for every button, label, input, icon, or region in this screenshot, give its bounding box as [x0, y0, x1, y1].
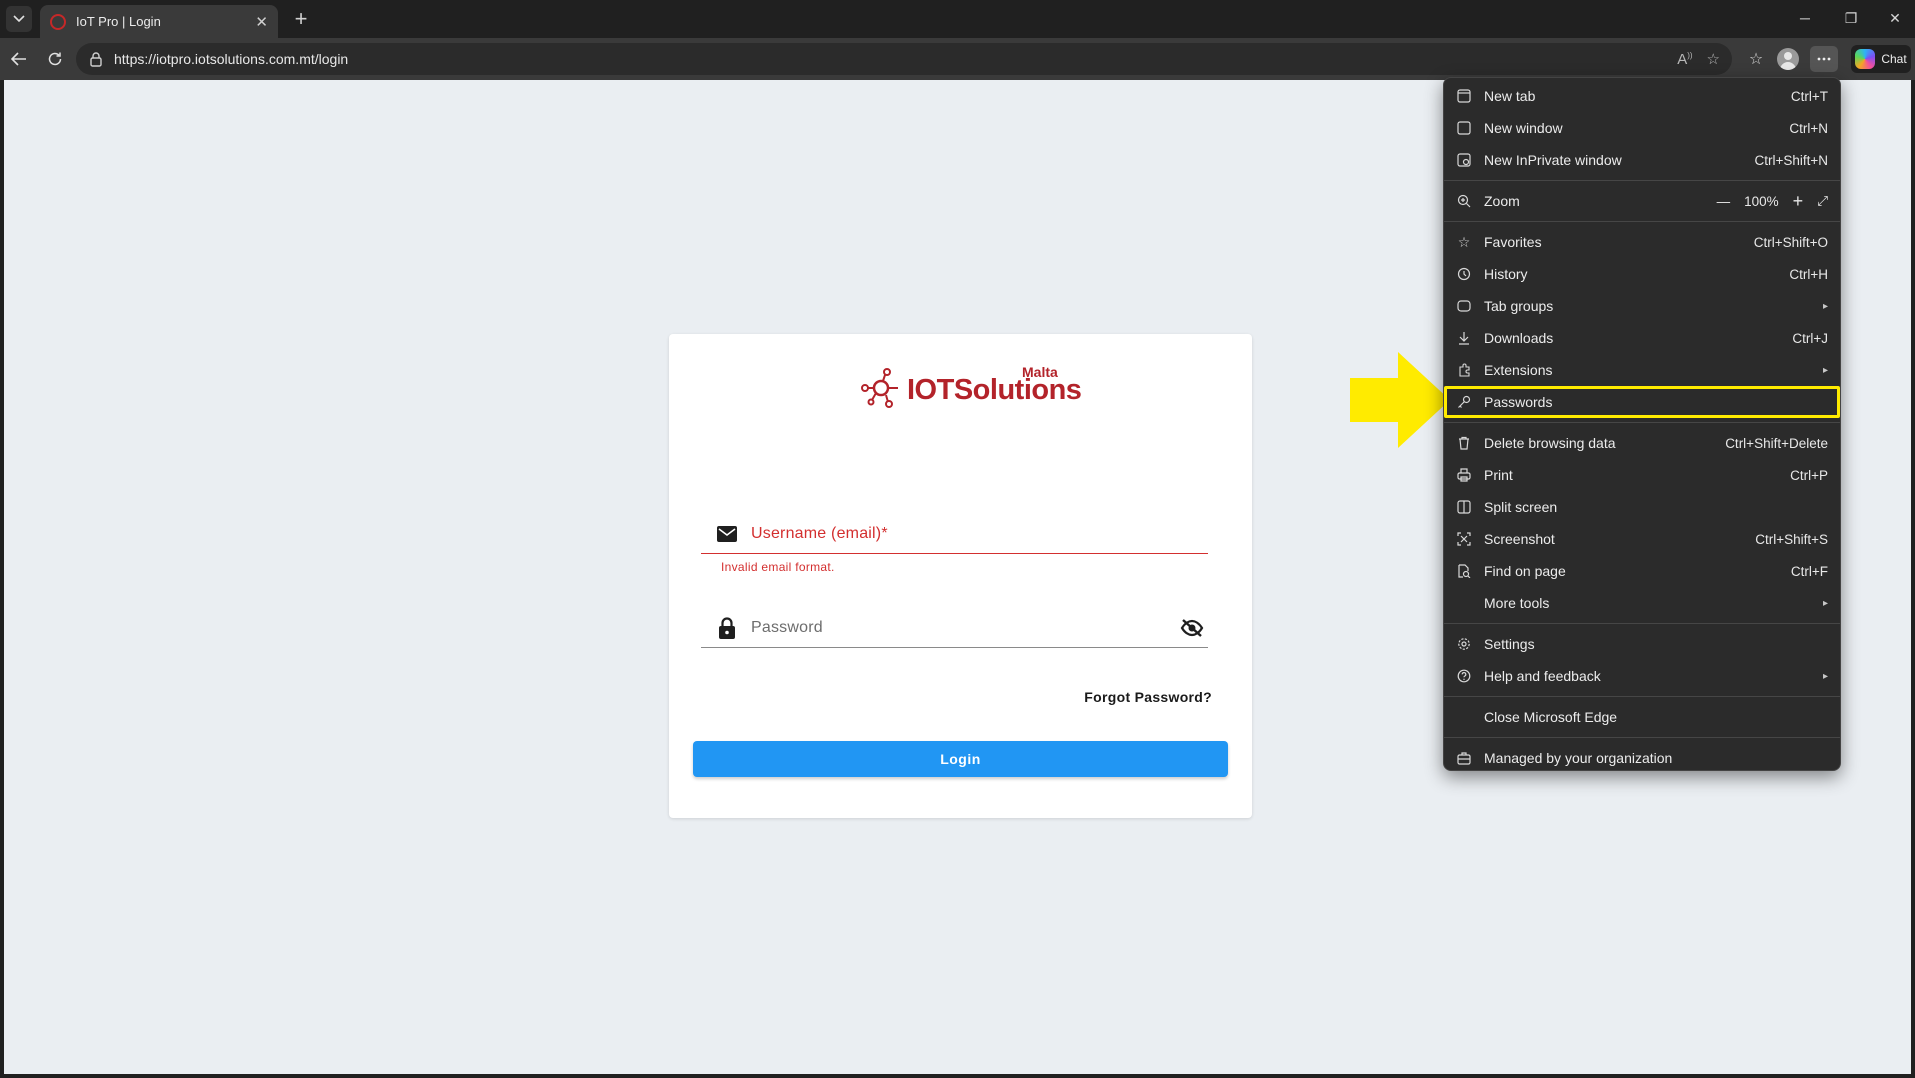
- chat-label: Chat: [1881, 52, 1907, 66]
- menu-item-settings[interactable]: Settings: [1444, 628, 1840, 660]
- fullscreen-button[interactable]: ⤢: [1817, 193, 1828, 209]
- visibility-off-icon[interactable]: [1178, 614, 1206, 642]
- active-tab[interactable]: IoT Pro | Login ✕: [40, 5, 278, 38]
- email-icon: [713, 520, 741, 548]
- gear-icon: [1456, 636, 1472, 652]
- annotation-arrow-icon: [1350, 352, 1450, 448]
- submenu-arrow-icon: ▸: [1822, 300, 1828, 312]
- menu-divider: [1444, 696, 1840, 697]
- chevron-down-icon: [13, 15, 25, 23]
- zoom-in-button[interactable]: +: [1793, 191, 1804, 212]
- menu-divider: [1444, 623, 1840, 624]
- submenu-arrow-icon: ▸: [1822, 670, 1828, 682]
- split-screen-icon: [1456, 499, 1472, 515]
- more-dots-icon: [1817, 57, 1831, 61]
- inprivate-icon: [1456, 152, 1472, 168]
- company-logo: Malta IOTSolutions: [859, 362, 1082, 410]
- back-arrow-icon: [11, 52, 26, 66]
- username-field[interactable]: Username (email)*: [701, 514, 1208, 554]
- downloads-icon: [1456, 330, 1472, 346]
- history-icon: [1456, 266, 1472, 282]
- key-icon: [1456, 394, 1472, 410]
- restore-icon[interactable]: ❐: [1836, 6, 1866, 30]
- close-tab-icon[interactable]: ✕: [255, 13, 268, 31]
- profile-button[interactable]: [1774, 46, 1802, 72]
- menu-item-managed-by-organization[interactable]: Managed by your organization: [1444, 742, 1840, 774]
- lock-icon: [713, 614, 741, 642]
- menu-divider: [1444, 422, 1840, 423]
- extensions-icon: [1456, 362, 1472, 378]
- refresh-icon: [48, 52, 62, 66]
- new-window-icon: [1456, 120, 1472, 136]
- lock-icon: [90, 52, 102, 67]
- username-label: Username (email)*: [751, 524, 888, 542]
- menu-item-new-window[interactable]: New window Ctrl+N: [1444, 112, 1840, 144]
- favorites-icon: ☆: [1457, 233, 1471, 250]
- logo-text: IOTSolutions: [907, 374, 1082, 406]
- menu-item-close-edge[interactable]: Close Microsoft Edge: [1444, 701, 1840, 733]
- copilot-icon: [1855, 49, 1876, 69]
- favorite-star-icon[interactable]: ☆: [1707, 50, 1720, 68]
- address-bar[interactable]: https://iotpro.iotsolutions.com.mt/login…: [76, 43, 1732, 75]
- menu-divider: [1444, 180, 1840, 181]
- menu-item-history[interactable]: History Ctrl+H: [1444, 258, 1840, 290]
- username-error-text: Invalid email format.: [721, 560, 835, 574]
- menu-item-passwords[interactable]: Passwords: [1444, 386, 1840, 418]
- screenshot-icon: [1456, 531, 1472, 547]
- zoom-icon: [1456, 193, 1472, 209]
- find-icon: [1456, 563, 1472, 579]
- url-text: https://iotpro.iotsolutions.com.mt/login: [114, 51, 349, 67]
- menu-item-delete-browsing-data[interactable]: Delete browsing data Ctrl+Shift+Delete: [1444, 427, 1840, 459]
- menu-item-split-screen[interactable]: Split screen: [1444, 491, 1840, 523]
- refresh-button[interactable]: [42, 46, 68, 72]
- briefcase-icon: [1456, 750, 1472, 766]
- molecule-logo-icon: [861, 368, 898, 408]
- menu-item-find-on-page[interactable]: Find on page Ctrl+F: [1444, 555, 1840, 587]
- back-button[interactable]: [6, 46, 32, 72]
- menu-item-downloads[interactable]: Downloads Ctrl+J: [1444, 322, 1840, 354]
- submenu-arrow-icon: ▸: [1822, 597, 1828, 609]
- read-aloud-icon[interactable]: A)): [1677, 51, 1692, 68]
- new-tab-button[interactable]: +: [288, 6, 314, 32]
- trash-icon: [1456, 435, 1472, 451]
- browser-toolbar: https://iotpro.iotsolutions.com.mt/login…: [0, 38, 1915, 80]
- login-card: Malta IOTSolutions Username (email)* Inv…: [669, 334, 1252, 818]
- menu-item-new-inprivate-window[interactable]: New InPrivate window Ctrl+Shift+N: [1444, 144, 1840, 176]
- menu-item-more-tools[interactable]: More tools ▸: [1444, 587, 1840, 619]
- tab-strip: IoT Pro | Login ✕ + ─ ❐ ✕: [0, 0, 1915, 38]
- copilot-chat-button[interactable]: Chat: [1851, 45, 1911, 73]
- menu-item-tab-groups[interactable]: Tab groups ▸: [1444, 290, 1840, 322]
- menu-item-print[interactable]: Print Ctrl+P: [1444, 459, 1840, 491]
- minimize-icon[interactable]: ─: [1790, 6, 1820, 30]
- print-icon: [1456, 467, 1472, 483]
- password-field[interactable]: Password: [701, 608, 1208, 648]
- settings-and-more-menu: New tab Ctrl+T New window Ctrl+N New InP…: [1443, 77, 1841, 771]
- menu-item-screenshot[interactable]: Screenshot Ctrl+Shift+S: [1444, 523, 1840, 555]
- submenu-arrow-icon: ▸: [1822, 364, 1828, 376]
- password-label: Password: [751, 618, 823, 636]
- zoom-out-button[interactable]: —: [1717, 194, 1731, 209]
- menu-item-help-and-feedback[interactable]: Help and feedback ▸: [1444, 660, 1840, 692]
- forgot-password-link[interactable]: Forgot Password?: [1084, 689, 1212, 705]
- zoom-level: 100%: [1744, 193, 1779, 209]
- menu-divider: [1444, 221, 1840, 222]
- tab-actions-button[interactable]: [6, 6, 32, 32]
- menu-item-zoom: Zoom — 100% + ⤢: [1444, 185, 1840, 217]
- tab-title: IoT Pro | Login: [76, 14, 161, 29]
- favorites-bar-icon[interactable]: ☆: [1742, 46, 1770, 72]
- menu-item-favorites[interactable]: ☆ Favorites Ctrl+Shift+O: [1444, 226, 1840, 258]
- tab-groups-icon: [1456, 298, 1472, 314]
- help-icon: [1456, 668, 1472, 684]
- avatar: [1777, 48, 1799, 70]
- new-tab-icon: [1456, 88, 1472, 104]
- menu-item-extensions[interactable]: Extensions ▸: [1444, 354, 1840, 386]
- window-close-icon[interactable]: ✕: [1880, 6, 1910, 30]
- settings-and-more-button[interactable]: [1810, 46, 1838, 72]
- login-button[interactable]: Login: [693, 741, 1228, 777]
- menu-item-new-tab[interactable]: New tab Ctrl+T: [1444, 80, 1840, 112]
- favicon-icon: [50, 13, 66, 30]
- menu-divider: [1444, 737, 1840, 738]
